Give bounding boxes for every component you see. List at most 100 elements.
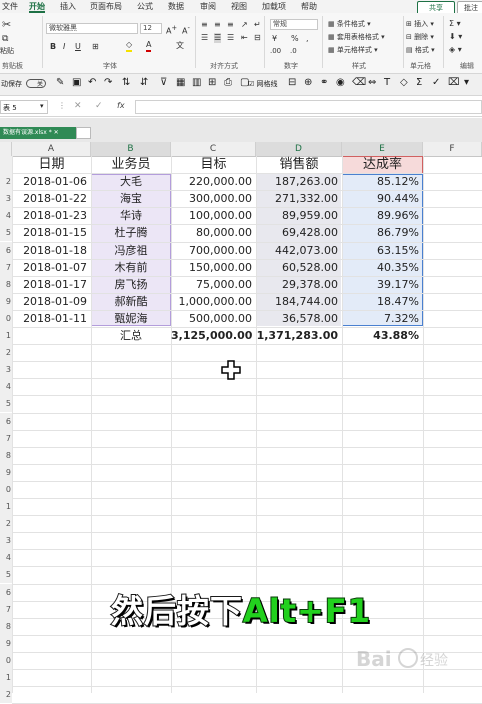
font-size-select[interactable]: 12 [140, 23, 162, 34]
format-painter-icon[interactable]: ⌫ [352, 77, 366, 88]
row-header[interactable]: 0 [0, 310, 12, 327]
cell-sales[interactable]: 187,263.00 [256, 173, 342, 190]
sort-asc-icon[interactable]: ⇅ [122, 77, 130, 88]
cell-date[interactable]: 2018-01-06 [12, 173, 91, 190]
cell-person[interactable]: 华诗 [91, 207, 171, 224]
cell-person[interactable]: 冯彦祖 [91, 242, 171, 259]
cell-rate[interactable]: 18.47% [342, 293, 423, 310]
tab-file[interactable]: 文件 [2, 1, 18, 12]
font-name-select[interactable]: 微软雅黑 [46, 23, 138, 34]
decrease-font-icon[interactable]: A- [182, 23, 190, 37]
cell-date[interactable]: 2018-01-11 [12, 310, 91, 327]
cell-date[interactable]: 2018-01-18 [12, 242, 91, 259]
row-header[interactable]: 5 [0, 395, 12, 412]
cell-sales[interactable]: 442,073.00 [256, 242, 342, 259]
total-sales-cell[interactable]: 1,371,283.00 [256, 327, 342, 344]
align-left-icon[interactable]: ☰ [201, 33, 208, 43]
shape-icon[interactable]: ◇ [400, 77, 408, 88]
cell-date[interactable]: 2018-01-15 [12, 224, 91, 241]
cell-rate[interactable]: 7.32% [342, 310, 423, 327]
cell-sales[interactable]: 36,578.00 [256, 310, 342, 327]
select-all-corner[interactable] [0, 142, 12, 156]
header-cell-date[interactable]: 日期 [12, 156, 91, 173]
decrease-decimal-icon[interactable]: .0 [290, 46, 297, 56]
pivot-icon[interactable]: ⊞ [208, 77, 216, 88]
row-header[interactable]: 8 [0, 276, 12, 293]
tab-insert[interactable]: 插入 [60, 1, 76, 12]
row-header[interactable]: 5 [0, 566, 12, 583]
tab-page-layout[interactable]: 页面布局 [90, 1, 122, 12]
row-header[interactable]: 4 [0, 207, 12, 224]
freeze-icon[interactable]: ⊟ [288, 77, 296, 88]
table-icon[interactable]: ▦ [176, 77, 185, 88]
copy-icon[interactable]: ⧉ [2, 34, 8, 44]
fill-color-icon[interactable]: ◇ [126, 40, 133, 52]
cell-person[interactable]: 房飞扬 [91, 276, 171, 293]
cell-target[interactable]: 80,000.00 [171, 224, 256, 241]
validate-icon[interactable]: ✓ [432, 77, 440, 88]
column-header-e[interactable]: E [342, 142, 423, 156]
cell-sales[interactable]: 29,378.00 [256, 276, 342, 293]
align-right-icon[interactable]: ☰ [227, 33, 234, 43]
cell-sales[interactable]: 60,528.00 [256, 259, 342, 276]
cell-rate[interactable]: 85.12% [342, 173, 423, 190]
delete-cells-button[interactable]: ⊟ 删除 ▾ [406, 32, 434, 42]
cell-person[interactable]: 甄妮海 [91, 310, 171, 327]
row-header[interactable] [0, 156, 12, 173]
border-icon[interactable]: ⊞ [92, 42, 99, 52]
sort-desc-icon[interactable]: ⇵ [140, 77, 148, 88]
bold-button[interactable]: B [50, 42, 56, 52]
row-header[interactable]: 3 [0, 190, 12, 207]
paste-button[interactable]: 粘贴 [0, 46, 14, 56]
tab-help[interactable]: 帮助 [301, 1, 317, 12]
tab-addins[interactable]: 加载项 [262, 1, 286, 12]
cut-icon[interactable]: ✂ [2, 19, 11, 30]
brush-icon[interactable]: ✎ [56, 77, 64, 88]
cell-person[interactable]: 木有前 [91, 259, 171, 276]
tab-data[interactable]: 数据 [168, 1, 184, 12]
font-color-icon[interactable]: A [146, 40, 152, 52]
cell-person[interactable]: 郝新酷 [91, 293, 171, 310]
align-bottom-icon[interactable]: ≡ [227, 20, 234, 30]
row-header[interactable]: 9 [0, 293, 12, 310]
percent-icon[interactable]: % [291, 34, 299, 44]
phonetic-icon[interactable]: 文 [176, 41, 184, 51]
cell-person[interactable]: 杜子腾 [91, 224, 171, 241]
row-header[interactable]: 2 [0, 515, 12, 532]
formula-input[interactable] [135, 100, 482, 114]
increase-decimal-icon[interactable]: .00 [270, 46, 281, 56]
gridlines-checkbox[interactable]: ☑ 网格线 [248, 79, 278, 89]
column-header-c[interactable]: C [171, 142, 256, 156]
print-icon[interactable]: ⎙ [224, 77, 232, 88]
cell-target[interactable]: 1,000,000.00 [171, 293, 256, 310]
insert-cells-button[interactable]: ⊞ 插入 ▾ [406, 19, 434, 29]
row-header[interactable]: 1 [0, 327, 12, 344]
row-header[interactable]: 8 [0, 447, 12, 464]
header-cell-person[interactable]: 业务员 [91, 156, 171, 173]
increase-font-icon[interactable]: A+ [166, 23, 177, 37]
autosave-toggle[interactable]: 关 [26, 79, 46, 88]
merge-icon[interactable]: ⇔ [368, 77, 376, 88]
chart-icon[interactable]: ▥ [192, 77, 201, 88]
cell-style-button[interactable]: ▦ 单元格样式 ▾ [328, 45, 378, 55]
cell-sales[interactable]: 271,332.00 [256, 190, 342, 207]
column-header-b[interactable]: B [91, 142, 171, 156]
row-header[interactable]: 7 [0, 430, 12, 447]
merge-center-icon[interactable]: ⊟ [254, 33, 261, 43]
document-tab[interactable]: 数据有误源.xlsx * ✕ [0, 127, 76, 139]
column-header-f[interactable]: F [423, 142, 482, 156]
row-header[interactable]: 0 [0, 481, 12, 498]
cell-target[interactable]: 700,000.00 [171, 242, 256, 259]
cell-target[interactable]: 100,000.00 [171, 207, 256, 224]
total-label-cell[interactable]: 汇总 [91, 327, 171, 344]
cell-rate[interactable]: 89.96% [342, 207, 423, 224]
row-header[interactable]: 1 [0, 498, 12, 515]
camera-icon[interactable]: ◉ [336, 77, 345, 88]
cell-date[interactable]: 2018-01-17 [12, 276, 91, 293]
row-header[interactable]: 6 [0, 413, 12, 430]
cell-rate[interactable]: 90.44% [342, 190, 423, 207]
cancel-icon[interactable]: ✕ [74, 101, 82, 111]
table-format-button[interactable]: ▦ 套用表格格式 ▾ [328, 32, 385, 42]
fill-down-icon[interactable]: ⬇ ▾ [449, 32, 462, 42]
number-format-select[interactable]: 常规 [270, 19, 318, 30]
